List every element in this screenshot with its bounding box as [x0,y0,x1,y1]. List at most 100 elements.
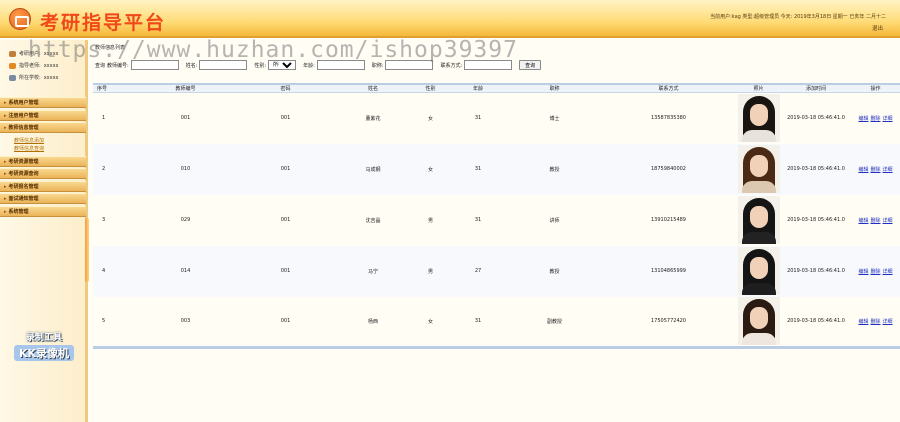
contact-input[interactable] [464,60,513,70]
sidebar-menu-label: 教师信息管理 [8,125,39,131]
cell-time: 2019-03-18 05:46:41.0 [781,245,851,297]
cell-time: 2019-03-18 05:46:41.0 [787,115,845,122]
detail-link[interactable]: 详细 [883,167,893,173]
cell-contact: 17505772420 [601,296,736,349]
user-icon [9,50,16,57]
cell-seq: 4 [93,245,133,297]
delete-link[interactable]: 删除 [870,319,880,325]
cell-gender: 女 [413,143,448,195]
teacher-photo [737,247,780,295]
detail-link[interactable]: 详细 [883,269,893,275]
cell-seq: 1 [102,115,106,122]
edit-link[interactable]: 编辑 [858,167,868,173]
detail-link[interactable]: 详细 [883,319,893,325]
chevron-right-icon: ▸ [4,125,7,131]
sidebar-submenu-item[interactable]: 教师信息添加 [0,137,86,145]
cell-seq: 5 [93,296,133,349]
sidebar-menu-item[interactable]: ▸ 面试通知管理 [0,193,86,204]
cell-photo [736,195,781,246]
sidebar-menu-item[interactable]: ▸ 考研报名管理 [0,180,86,192]
delete-link[interactable]: 删除 [870,167,880,173]
search-button[interactable]: 查询 [519,60,542,70]
name-input[interactable] [199,60,248,70]
delete-link[interactable]: 删除 [870,116,880,122]
delete-link[interactable]: 删除 [870,218,880,224]
sidebar-menu-item[interactable]: ▸ 教师信息管理 [0,122,86,133]
teacher-photo [737,196,780,244]
breadcrumb: 教师信息列表 [95,45,126,51]
sidebar-submenu-item[interactable]: 教师信息查询 [0,145,86,153]
delete-link[interactable]: 删除 [870,269,880,275]
photo-face [749,206,768,228]
detail-link[interactable]: 详细 [883,116,893,122]
sidebar-menu-label: 系统管理 [8,208,29,215]
cell-gender: 男 [413,245,448,297]
teacher-photo [737,94,780,143]
column-header: 姓名 [333,83,413,93]
cell-name: 沈吉晶 [365,217,381,224]
cell-pwd: 001 [238,143,333,195]
sidebar-menu-label: 系统用户管理 [8,100,39,106]
age-input[interactable] [316,60,365,70]
chevron-right-icon: ▸ [4,183,7,190]
column-header: 年龄 [448,83,508,93]
cell-title: 讲师 [549,217,560,224]
title-input[interactable] [385,60,434,70]
cell-no: 014 [133,245,238,297]
recorder-badge-line2: KK录像机 [14,345,74,361]
cell-contact: 18759840002 [601,143,736,195]
sidebar-info-label: 指导老师: [19,63,41,69]
user-info: 当前用户:kag 类型:超级管理员 今天: 2019年3月18日 星期一 已亥年… [710,14,886,20]
edit-link[interactable]: 编辑 [858,269,868,275]
table-row: 5 003 001 杨西女 31 副教授 17505772420 2019-03-18 05:… [93,296,900,349]
sidebar-menu-item[interactable]: ▸ 注册用户管理 [0,109,86,121]
sidebar-menu-label: 面试通知管理 [8,196,39,202]
photo-face [749,257,768,279]
sidebar-menu-item[interactable]: ▸ 考研资源查询 [0,168,86,179]
sidebar-menu-item[interactable]: ▸ 系统用户管理 [0,97,86,108]
cell-pwd: 001 [238,296,333,349]
recorder-badge-line1: 录制工具 [25,333,62,343]
app-title: 考研指导平台 [40,12,167,34]
table-row: 2 010 001 马成钢女 31 教授 18759840002 2019-03-18 05:… [93,143,900,195]
cell-seq: 2 [93,143,133,195]
table-row: 3 029 001 沈吉晶 男 31 讲师 13910215489 2019-03-18 05:… [93,195,900,246]
photo-face [749,155,768,177]
photo-face [749,307,768,330]
cell-gender: 男 [427,217,433,224]
column-header: 操作 [851,83,900,93]
column-header: 添加时间 [781,83,851,93]
gender-select[interactable]: 所有 [268,60,297,70]
sidebar-menu-item[interactable]: ▸ 考研资源管理 [0,155,86,167]
cell-title: 博士 [549,115,560,122]
cell-title: 教授 [508,143,601,195]
cell-pwd: 001 [238,245,333,297]
sidebar-menu: ▸ 系统用户管理 ▸ 注册用户管理 ▸ 教师信息管理 教师信息添加 教师信息查询 ▸ 考研资源管理… [0,97,86,218]
edit-link[interactable]: 编辑 [858,319,868,325]
chevron-right-icon: ▸ [4,208,7,215]
cell-pwd: 001 [280,115,291,122]
sidebar-info-label: 考研用户: [19,51,41,57]
cell-age: 31 [448,143,508,195]
sidebar-menu-item[interactable]: ▸ 系统管理 [0,205,86,217]
cell-contact: 13910215489 [651,217,686,223]
cell-age: 31 [474,115,482,122]
table-row: 1 001 001 董紫花 女 31 博士 13587835380 2019-03-18 05:… [93,93,900,144]
sidebar-menu-label: 考研报名管理 [8,183,39,190]
cell-pwd: 001 [280,217,291,223]
teacher-no-input[interactable] [130,60,179,70]
edit-link[interactable]: 编辑 [858,218,868,224]
column-header: 序号 [93,83,133,93]
edit-link[interactable]: 编辑 [858,116,868,122]
sidebar-info-value: xxxxx [43,62,59,69]
cell-age: 27 [448,245,508,297]
logout-link[interactable]: 退出 [872,24,883,32]
logo-icon [9,8,31,30]
sidebar-collapse-handle[interactable] [85,218,89,282]
cell-name: 马成钢 [333,143,413,195]
teacher-no-label: 教师编号: [107,62,129,69]
detail-link[interactable]: 详细 [883,218,893,224]
contact-label: 联系方式: [440,62,463,69]
cell-actions: 编辑 删除 详细 [851,195,900,246]
column-header: 性别 [413,83,448,93]
